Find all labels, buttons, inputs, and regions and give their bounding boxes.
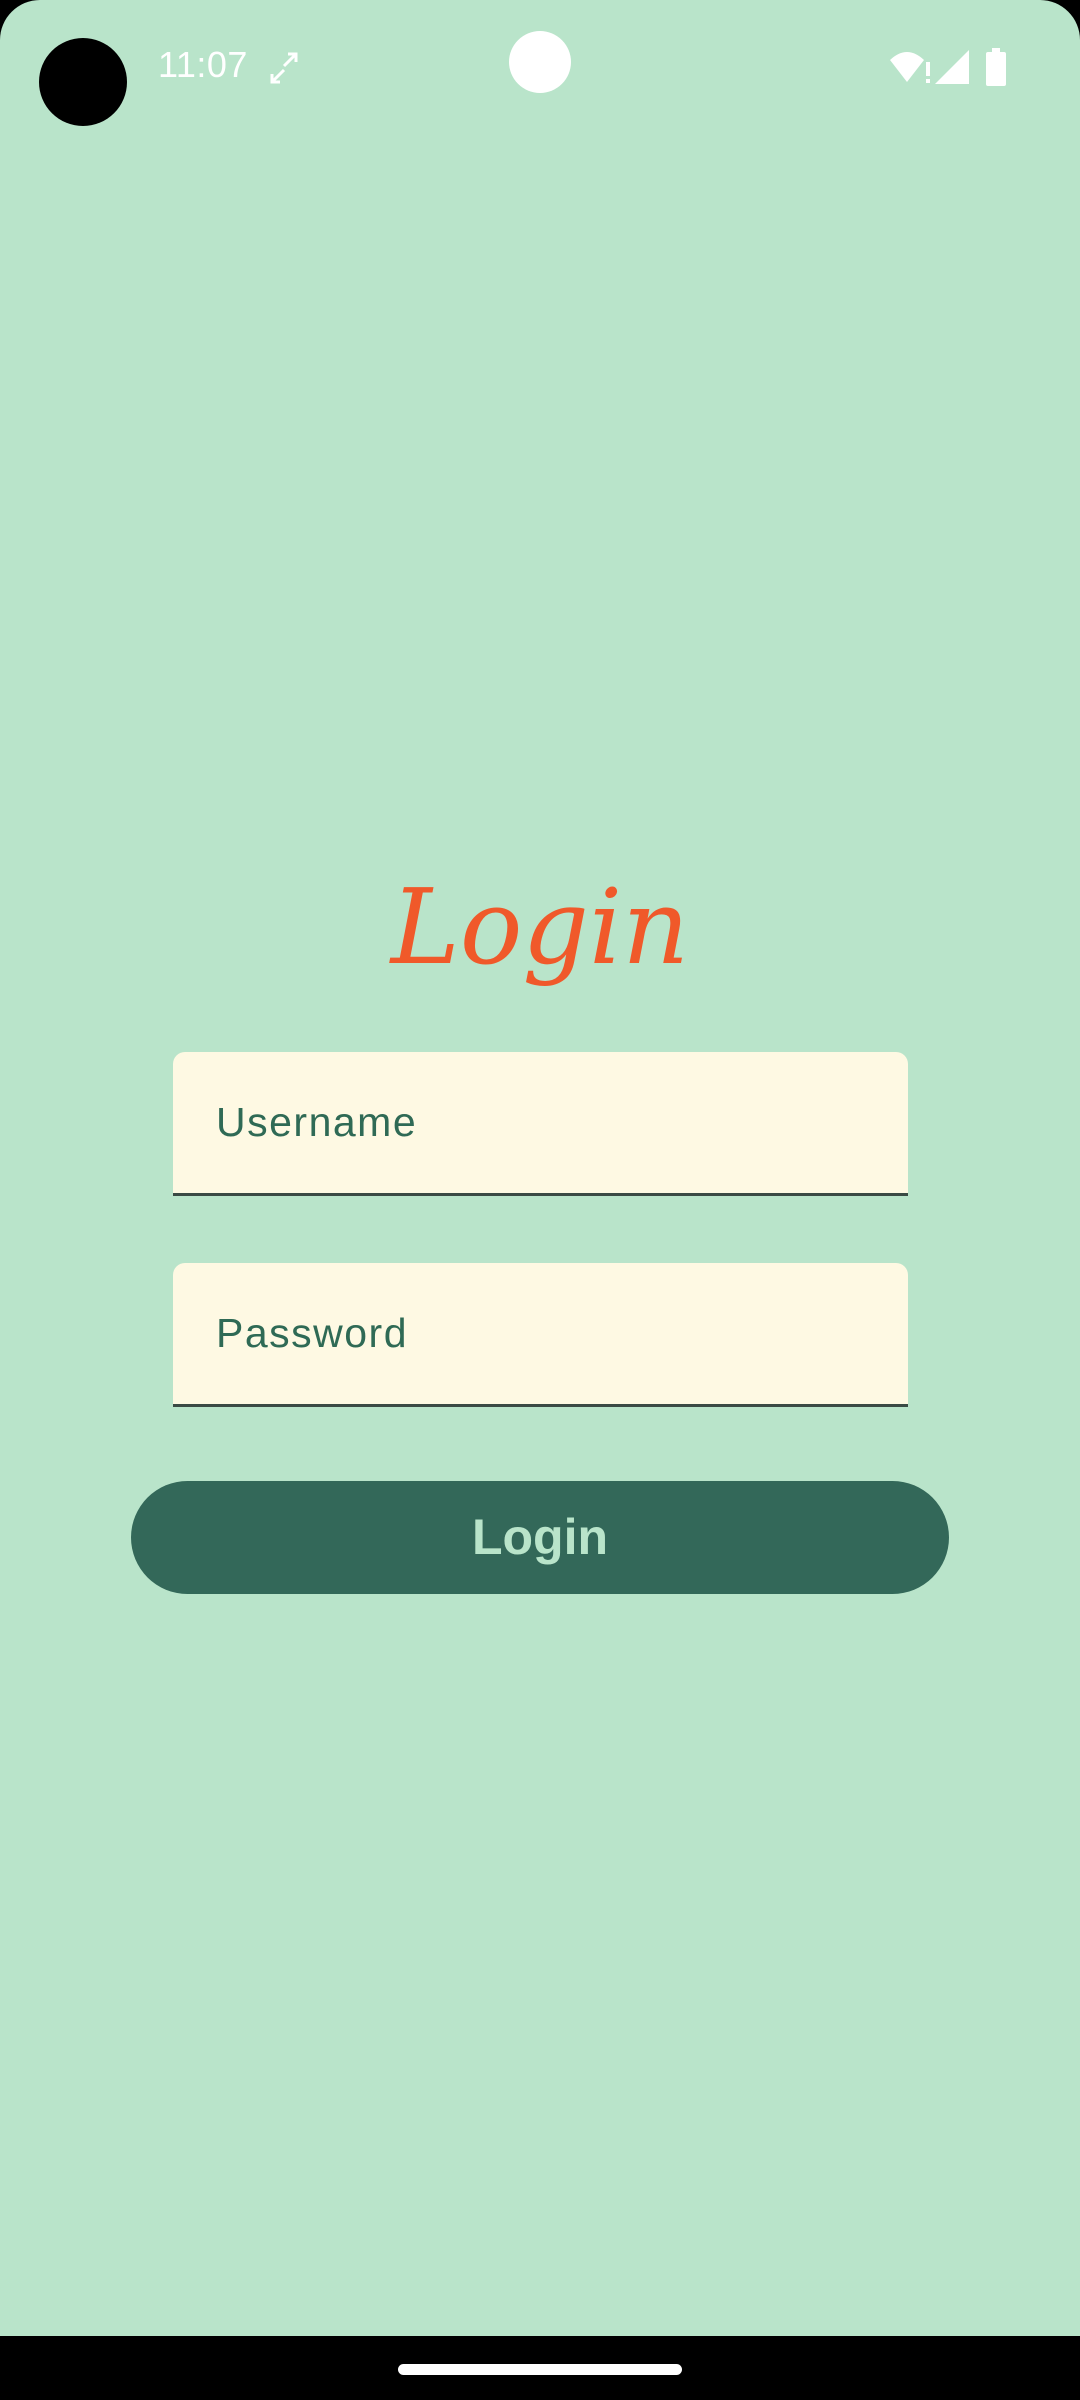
- camera-punch-hole: [509, 31, 571, 93]
- cell-signal-icon: [935, 50, 969, 84]
- login-screen: 11:07 Login Username Login: [0, 0, 1080, 2336]
- front-camera-cutout: [39, 38, 127, 126]
- status-bar: 11:07: [0, 0, 1080, 136]
- username-input[interactable]: [173, 1052, 908, 1193]
- battery-icon: [986, 48, 1006, 86]
- password-field[interactable]: [173, 1263, 908, 1407]
- login-title: Login: [390, 866, 690, 988]
- home-indicator[interactable]: [398, 2364, 682, 2375]
- navigation-bar: [0, 2336, 1080, 2400]
- device-screen: 11:07 Login Username Login: [0, 0, 1080, 2400]
- username-field[interactable]: [173, 1052, 908, 1196]
- password-input[interactable]: [173, 1263, 908, 1404]
- wifi-alert-icon: [890, 52, 930, 83]
- sync-icon: [270, 52, 298, 84]
- status-time: 11:07: [158, 44, 248, 85]
- login-button[interactable]: Login: [131, 1481, 949, 1594]
